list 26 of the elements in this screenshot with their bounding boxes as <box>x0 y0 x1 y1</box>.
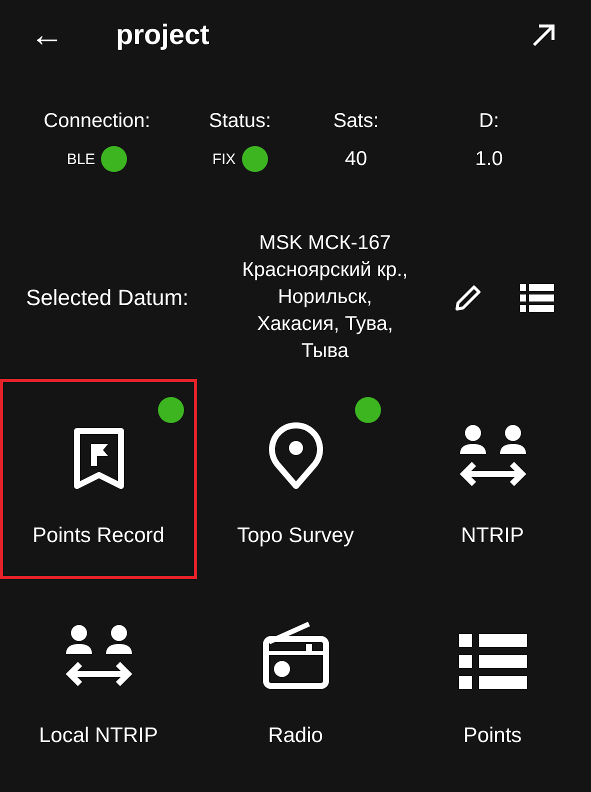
feature-tile[interactable]: Topo Survey <box>197 379 394 579</box>
list-icon[interactable] <box>520 284 554 312</box>
location-pin-icon <box>266 422 324 490</box>
datum-label: Selected Datum: <box>26 284 190 310</box>
bookmark-flag-icon <box>72 428 124 490</box>
diagonal-arrow-icon[interactable] <box>531 22 557 48</box>
status-value: BLE <box>66 150 96 168</box>
status-label: Status: <box>208 110 272 133</box>
feature-tile[interactable]: Radio <box>197 579 394 779</box>
active-dot <box>355 397 381 423</box>
radio-icon <box>260 620 330 690</box>
list-icon <box>458 634 526 690</box>
feature-tile[interactable]: Points Record <box>0 379 197 579</box>
status-value: 1.0 <box>475 147 503 172</box>
screen-title: project <box>116 19 210 51</box>
feature-tile[interactable]: NTRIP <box>394 379 591 579</box>
status-label: Sats: <box>333 110 379 133</box>
status-value: 40 <box>344 147 368 172</box>
status-label: D: <box>479 110 499 133</box>
feature-tile[interactable]: Local NTRIP <box>0 579 197 779</box>
back-button[interactable]: ← <box>30 18 116 52</box>
feature-tile[interactable]: Points <box>394 579 591 779</box>
datum-value: MSK МСК-167 Красноярский кр., Норильск, Хакасия, Тува, Тыва <box>241 231 409 364</box>
status-label: Connection: <box>44 110 150 133</box>
status-value: FIX <box>212 150 236 168</box>
active-dot <box>158 397 184 423</box>
